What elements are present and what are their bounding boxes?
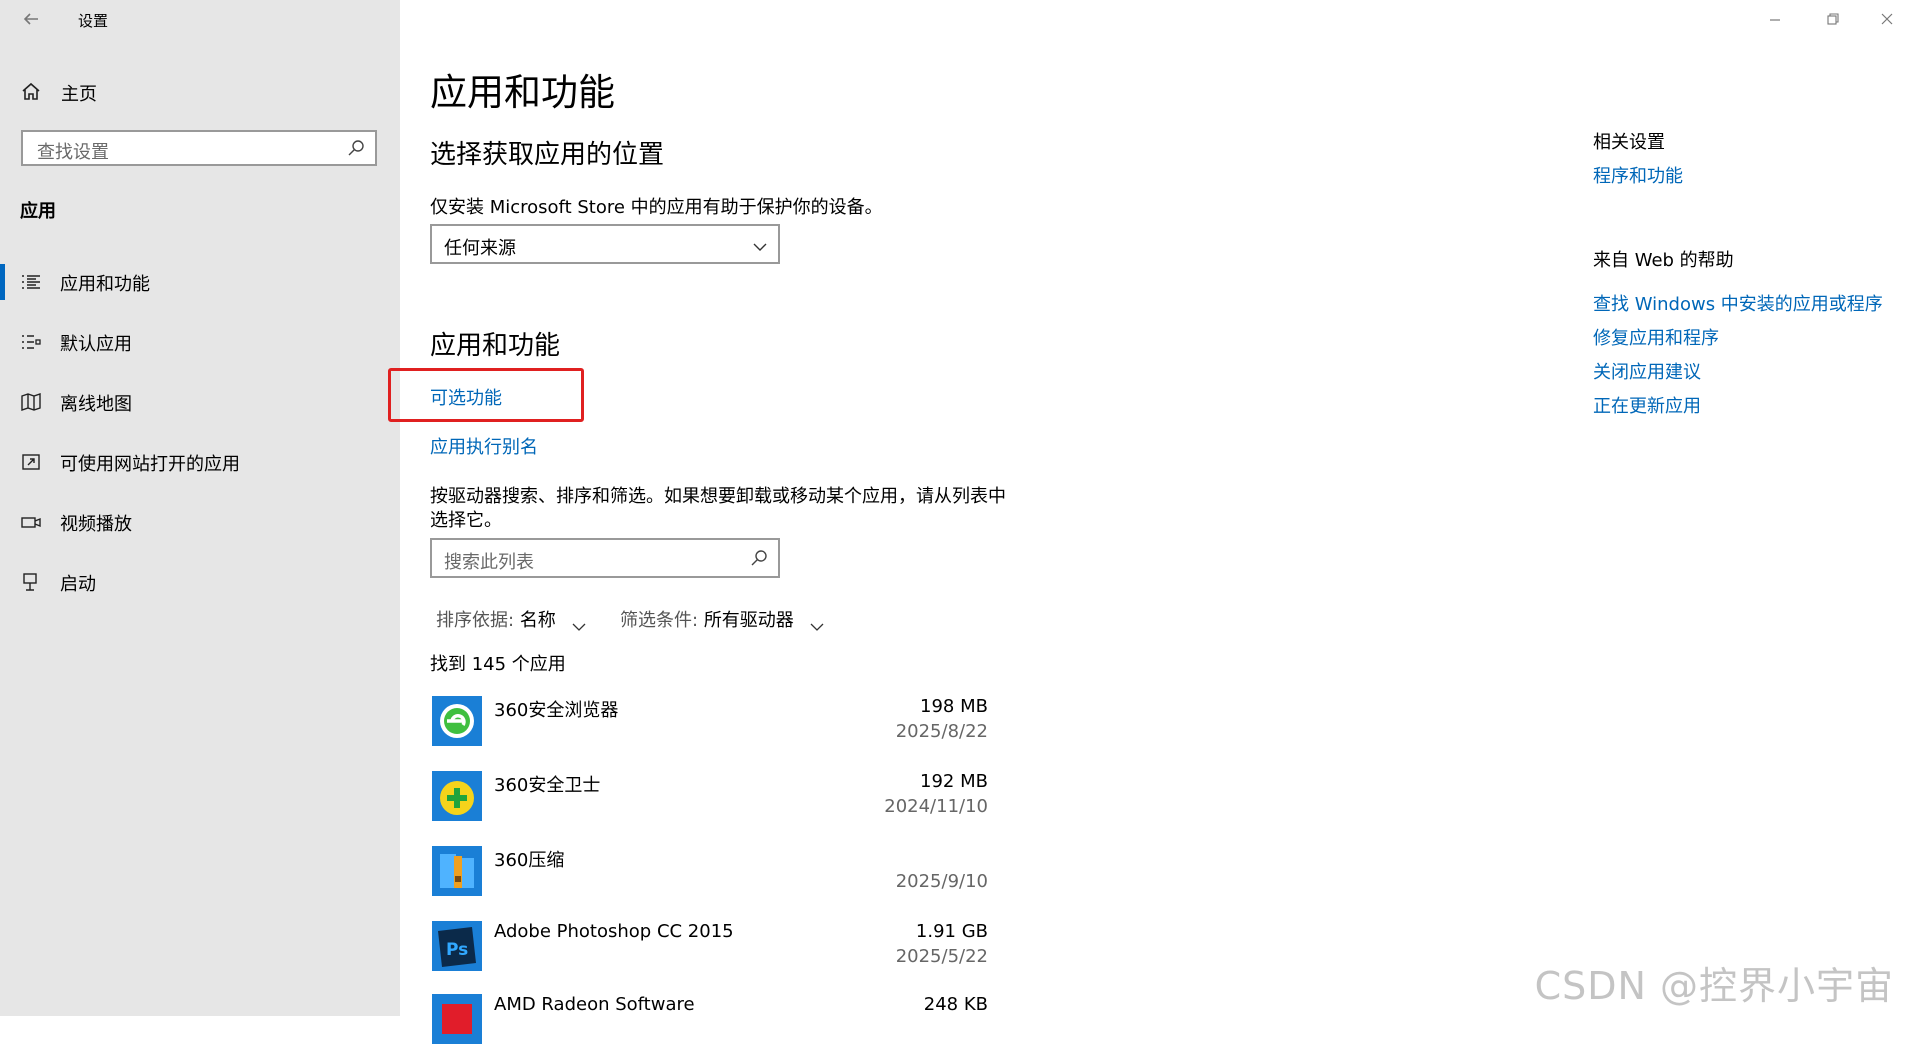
list-search-placeholder: 搜索此列表	[444, 552, 534, 573]
sidebar-item-label: 启动	[60, 574, 96, 595]
watermark: CSDN @控界小宇宙	[1534, 964, 1894, 1008]
app-source-dropdown[interactable]: 任何来源	[430, 224, 780, 264]
startup-icon	[20, 572, 42, 592]
minimize-icon[interactable]	[1762, 6, 1788, 32]
sidebar-item-label: 离线地图	[60, 394, 132, 415]
filter-key: 筛选条件:	[620, 610, 699, 631]
app-name: AMD Radeon Software	[494, 994, 695, 1015]
video-icon	[20, 512, 42, 532]
home-label: 主页	[61, 84, 97, 105]
page-title: 应用和功能	[430, 71, 615, 114]
amd-icon	[432, 994, 482, 1044]
filter-by-dropdown[interactable]: 筛选条件: 所有驱动器	[620, 606, 824, 632]
app-size: 198 MB	[920, 696, 988, 717]
sidebar-item-home[interactable]: 主页	[0, 76, 400, 106]
help-link-close-suggestions[interactable]: 关闭应用建议	[1593, 358, 1701, 384]
app-name: Adobe Photoshop CC 2015	[494, 921, 734, 942]
window-title: 设置	[78, 12, 109, 30]
web-help-title: 来自 Web 的帮助	[1593, 250, 1734, 271]
app-name: 360安全浏览器	[494, 700, 619, 721]
search-icon[interactable]	[750, 549, 768, 567]
app-date: 2024/11/10	[884, 796, 988, 817]
app-name: 360安全卫士	[494, 775, 601, 796]
restore-icon[interactable]	[1820, 6, 1846, 32]
sidebar-item-apps-for-websites[interactable]: 可使用网站打开的应用	[0, 440, 400, 484]
default-apps-icon	[20, 332, 42, 352]
sidebar-item-startup[interactable]: 启动	[0, 560, 400, 604]
map-icon	[20, 392, 42, 412]
app-name: 360压缩	[494, 850, 565, 871]
sort-value: 名称	[519, 610, 556, 631]
app-count: 找到 145 个应用	[430, 654, 566, 675]
dropdown-value: 任何来源	[444, 238, 516, 259]
sidebar-item-offline-maps[interactable]: 离线地图	[0, 380, 400, 424]
sidebar-item-label: 应用和功能	[60, 274, 150, 295]
search-icon[interactable]	[347, 139, 365, 157]
home-icon	[20, 80, 42, 102]
close-icon[interactable]	[1874, 6, 1900, 32]
sidebar: 设置 主页 查找设置 应用 应用和功能 默认应用 离线地图 可使用网站打开的应用…	[0, 0, 400, 1016]
chevron-down-icon	[810, 616, 824, 631]
list-description-line1: 按驱动器搜索、排序和筛选。如果想要卸载或移动某个应用，请从列表中	[430, 486, 1006, 507]
app-size: 1.91 GB	[915, 921, 988, 942]
choose-location-title: 选择获取应用的位置	[430, 140, 665, 170]
app-size: 248 KB	[923, 994, 988, 1015]
app-size: 192 MB	[920, 771, 988, 792]
sidebar-item-label: 默认应用	[60, 334, 132, 355]
app-list-search-input[interactable]: 搜索此列表	[430, 538, 780, 578]
photoshop-icon: Ps	[432, 921, 482, 971]
sidebar-item-video-playback[interactable]: 视频播放	[0, 500, 400, 544]
app-list-item[interactable]: AMD Radeon Software 248 KB	[430, 990, 988, 1056]
help-link-updating-apps[interactable]: 正在更新应用	[1593, 392, 1701, 418]
back-arrow-icon[interactable]	[18, 6, 44, 32]
help-link-repair-apps[interactable]: 修复应用和程序	[1593, 324, 1719, 350]
app-date: 2025/5/22	[895, 946, 988, 967]
360-zip-icon	[432, 846, 482, 896]
sidebar-item-label: 视频播放	[60, 514, 132, 535]
app-date: 2025/9/10	[895, 871, 988, 892]
360-safeguard-icon	[432, 771, 482, 821]
sort-by-dropdown[interactable]: 排序依据: 名称	[436, 606, 586, 632]
related-settings-title: 相关设置	[1593, 132, 1665, 153]
app-date: 2025/8/22	[895, 721, 988, 742]
360-browser-icon	[432, 696, 482, 746]
settings-search-input[interactable]: 查找设置	[21, 130, 377, 166]
apps-features-section-title: 应用和功能	[430, 331, 561, 361]
list-icon	[20, 272, 42, 292]
help-link-find-apps[interactable]: 查找 Windows 中安装的应用或程序	[1593, 290, 1883, 316]
choose-location-desc: 仅安装 Microsoft Store 中的应用有助于保护你的设备。	[430, 197, 883, 218]
optional-features-link[interactable]: 可选功能	[430, 384, 502, 410]
active-indicator	[0, 264, 5, 300]
svg-text:Ps: Ps	[446, 940, 468, 960]
app-list-item[interactable]: 360压缩 2025/9/10	[430, 842, 988, 908]
sort-key: 排序依据:	[436, 610, 515, 631]
list-description-line2: 选择它。	[430, 510, 502, 531]
chevron-down-icon	[752, 238, 768, 251]
sidebar-item-default-apps[interactable]: 默认应用	[0, 320, 400, 364]
sidebar-item-label: 可使用网站打开的应用	[60, 454, 240, 475]
sidebar-item-apps-features[interactable]: 应用和功能	[0, 260, 400, 304]
programs-features-link[interactable]: 程序和功能	[1593, 162, 1683, 188]
filter-value: 所有驱动器	[703, 610, 794, 631]
app-list-item[interactable]: Ps Adobe Photoshop CC 2015 1.91 GB 2025/…	[430, 917, 988, 983]
app-list-item[interactable]: 360安全卫士 192 MB 2024/11/10	[430, 767, 988, 833]
settings-search-placeholder: 查找设置	[37, 142, 109, 163]
chevron-down-icon	[572, 616, 586, 631]
app-list-item[interactable]: 360安全浏览器 198 MB 2025/8/22	[430, 692, 988, 758]
main-content: 应用和功能 选择获取应用的位置 仅安装 Microsoft Store 中的应用…	[388, 0, 1906, 1044]
app-execution-alias-link[interactable]: 应用执行别名	[430, 433, 538, 459]
open-with-icon	[20, 452, 42, 472]
sidebar-section-title: 应用	[20, 201, 56, 222]
